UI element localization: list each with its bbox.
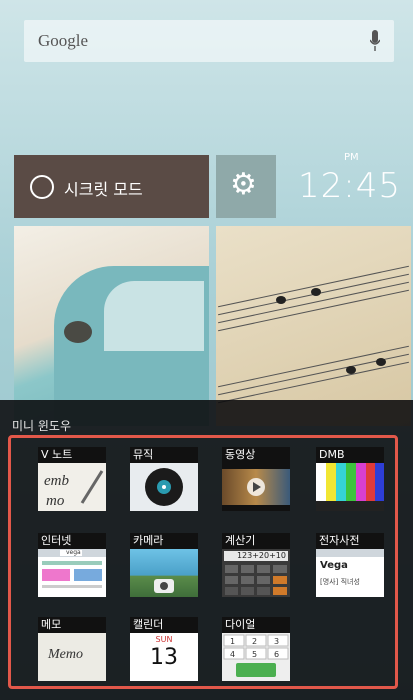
svg-text:1: 1 [230, 637, 235, 646]
mini-app-label: V 노트 [38, 447, 106, 463]
music-disc-icon [130, 463, 198, 511]
mini-app-label: DMB [316, 447, 384, 463]
mini-app-label: 다이얼 [222, 617, 290, 633]
dictionary-definition: [명사] 직녀성 [320, 578, 360, 586]
mini-app-music[interactable]: 뮤직 [130, 447, 198, 511]
mini-app-label: 캘린더 [130, 617, 198, 633]
calendar-icon: SUN 13 [130, 633, 198, 681]
clock-time: 12:45 [298, 166, 401, 206]
mini-app-label: 전자사전 [316, 533, 384, 549]
dictionary-toolbar [316, 549, 384, 557]
camera-icon [130, 549, 198, 597]
note-icon: emb mo [38, 463, 106, 511]
microphone-icon[interactable] [370, 30, 380, 52]
calculator-icon: 123+20+10 [222, 549, 290, 597]
key-icon [30, 175, 54, 199]
secret-mode-label: 시크릿 모드 [64, 180, 143, 199]
clock-ampm: PM [344, 152, 359, 163]
svg-text:3: 3 [274, 637, 279, 646]
svg-text:mo: mo [46, 493, 65, 509]
svg-text:6: 6 [274, 650, 279, 659]
calendar-date: 13 [150, 645, 178, 670]
calendar-day: SUN [155, 635, 173, 644]
music-note [376, 358, 386, 366]
mini-app-calendar[interactable]: 캘린더 SUN 13 [130, 617, 198, 681]
music-note [346, 366, 356, 374]
mini-app-camera[interactable]: 카메라 [130, 533, 198, 597]
svg-text:4: 4 [230, 650, 235, 659]
mini-app-label: 카메라 [130, 533, 198, 549]
browser-url-text: vega [66, 549, 81, 556]
car-photo-tile[interactable] [14, 226, 209, 426]
video-play-icon [222, 463, 290, 511]
mini-app-memo[interactable]: 메모 Memo [38, 617, 106, 681]
mini-app-video[interactable]: 동영상 [222, 447, 290, 511]
mini-app-label: 인터넷 [38, 533, 106, 549]
music-note [276, 296, 286, 304]
google-logo-text: Google [38, 31, 89, 50]
music-note [311, 288, 321, 296]
svg-text:2: 2 [252, 637, 257, 646]
mini-app-calculator[interactable]: 계산기 123+20+10 [222, 533, 290, 597]
mini-app-label: 메모 [38, 617, 106, 633]
tv-bars-icon [316, 463, 384, 511]
mini-app-vnote[interactable]: V 노트 emb mo [38, 447, 106, 511]
svg-text:5: 5 [252, 650, 257, 659]
memo-handwriting: Memo [48, 647, 83, 662]
mini-app-dial[interactable]: 다이얼 1 2 3 4 5 6 [222, 617, 290, 681]
google-search-bar[interactable]: Google [24, 20, 394, 62]
svg-text:emb: emb [44, 473, 69, 489]
clock-widget[interactable]: PM 12:45 [296, 152, 406, 218]
car-mirror-shape [64, 321, 92, 343]
staff-line [218, 289, 409, 332]
sheet-music-photo-tile[interactable] [216, 226, 411, 426]
mini-app-label: 뮤직 [130, 447, 198, 463]
dialpad-icon: 1 2 3 4 5 6 [222, 633, 290, 681]
mini-app-internet[interactable]: 인터넷 vega [38, 533, 106, 597]
browser-icon: vega [38, 549, 106, 597]
dictionary-word: Vega [320, 560, 348, 571]
mini-window-title: 미니 윈도우 [12, 419, 72, 433]
settings-tile[interactable]: ⚙ [216, 155, 276, 218]
mini-app-dictionary[interactable]: 전자사전 Vega [명사] 직녀성 [316, 533, 384, 597]
memo-icon: Memo [38, 633, 106, 681]
car-window-shape [104, 281, 204, 351]
staff-line [218, 361, 409, 404]
dictionary-icon: Vega [명사] 직녀성 [316, 549, 384, 597]
mini-app-dmb[interactable]: DMB [316, 447, 384, 511]
gear-icon: ⚙ [230, 167, 257, 202]
mini-app-label: 동영상 [222, 447, 290, 463]
secret-mode-tile[interactable]: 시크릿 모드 [14, 155, 209, 218]
mini-app-label: 계산기 [222, 533, 290, 549]
